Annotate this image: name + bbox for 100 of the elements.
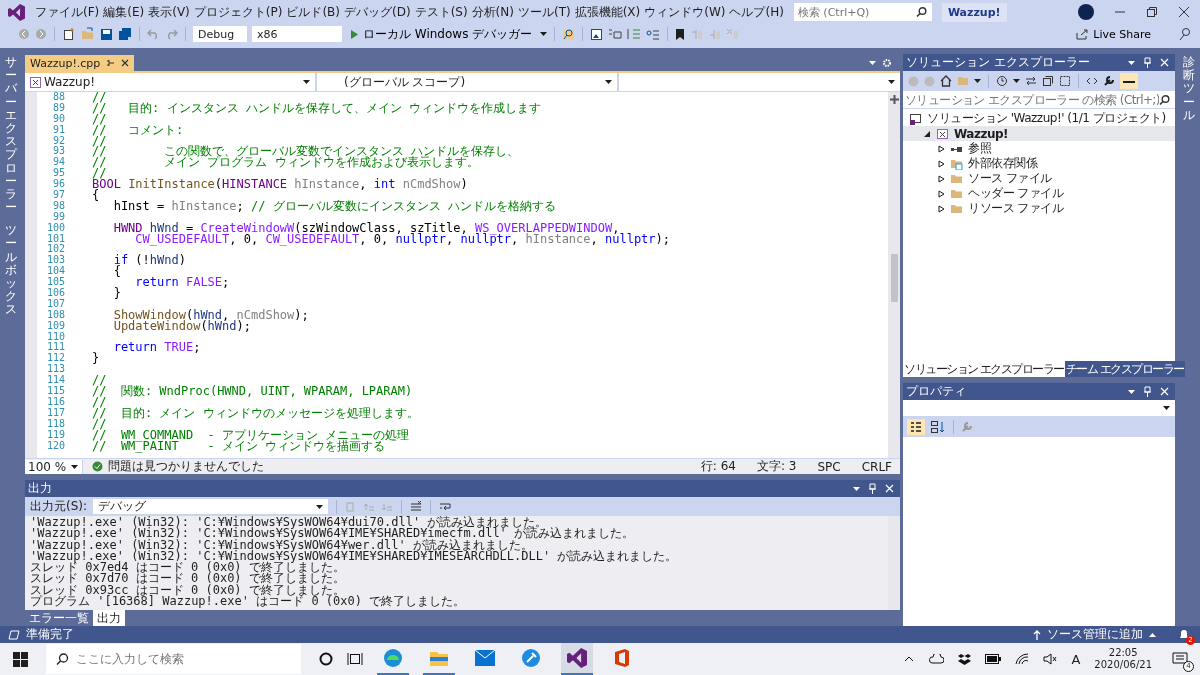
split-icon[interactable] [889, 95, 899, 104]
menu-item[interactable]: プロジェクト(P) [191, 3, 285, 21]
code-icon[interactable] [1086, 75, 1098, 87]
side-panel-tab[interactable]: サーバーエクスプローラー [5, 56, 17, 215]
categorized-icon[interactable] [907, 419, 925, 435]
dropdown-caret-icon[interactable] [1013, 79, 1020, 83]
collapsed-arrow-icon[interactable] [937, 189, 945, 198]
menu-item[interactable]: ウィンドウ(W) [642, 3, 728, 21]
lines-icon[interactable] [646, 27, 661, 41]
task-view-icon[interactable] [347, 652, 363, 666]
panel-tab[interactable]: チーム エクスプローラー [1064, 361, 1185, 377]
tree-item[interactable]: 外部依存関係 [903, 156, 1175, 171]
tree-item[interactable]: ヘッダー ファイル [903, 186, 1175, 201]
dropdown-caret-icon[interactable] [303, 80, 310, 84]
sync-icon[interactable] [1025, 75, 1037, 87]
close-icon[interactable] [121, 59, 130, 67]
output-source-dropdown[interactable]: デバッグ [93, 499, 329, 514]
dropdown-caret-icon[interactable] [1163, 406, 1170, 410]
battery-icon[interactable] [985, 654, 1002, 664]
scope-dropdown[interactable]: (グローバル スコープ) [317, 73, 619, 91]
panel-tab[interactable]: ソリューション エクスプローラー [903, 361, 1065, 377]
tree-item[interactable]: Wazzup! [903, 126, 1175, 141]
clear-all-icon[interactable] [410, 500, 423, 513]
pin-icon[interactable] [106, 58, 116, 68]
scrollbar[interactable] [888, 92, 900, 458]
mail-icon[interactable] [475, 650, 495, 666]
menu-item[interactable]: ツール(T) [515, 3, 573, 21]
dropdown-caret-icon[interactable] [853, 486, 860, 491]
menu-item[interactable]: 編集(E) [101, 3, 147, 21]
circle-icon[interactable] [319, 652, 333, 666]
menu-item[interactable]: ビルド(B) [284, 3, 342, 21]
dropdown-caret-icon[interactable] [605, 80, 612, 84]
feedback-icon[interactable] [1178, 27, 1192, 41]
dropdown-caret-icon[interactable] [540, 32, 548, 36]
collapsed-arrow-icon[interactable] [937, 144, 945, 153]
dropdown-caret-icon[interactable] [1128, 389, 1135, 394]
side-panel-tab[interactable]: 診断ツール [1183, 56, 1195, 122]
bookmark-icon[interactable] [675, 27, 686, 41]
panel-tab[interactable]: 出力 [93, 610, 125, 626]
box-icon[interactable] [958, 653, 972, 665]
preview-icon[interactable] [1120, 73, 1138, 89]
restore-icon[interactable] [1146, 6, 1158, 18]
word-wrap-icon[interactable] [439, 500, 454, 513]
collapse-all-icon[interactable] [1042, 75, 1054, 87]
menu-item[interactable]: ファイル(F) [33, 3, 102, 21]
tree-item[interactable]: ソース ファイル [903, 171, 1175, 186]
picture-icon[interactable] [590, 27, 604, 41]
document-tab[interactable]: Wazzup!.cpp [25, 55, 135, 71]
side-panel-tab[interactable]: ツールボックス [5, 224, 17, 317]
input-method-indicator[interactable]: A [1071, 651, 1081, 667]
save-all-icon[interactable] [118, 27, 132, 41]
office-icon[interactable] [613, 648, 631, 668]
wifi-icon[interactable] [1015, 653, 1030, 665]
speaker-muted-icon[interactable] [1043, 653, 1058, 665]
platform-dropdown[interactable]: x86 [252, 26, 342, 42]
home-icon[interactable] [940, 75, 952, 87]
clock-icon[interactable] [996, 75, 1008, 87]
caret-up-icon[interactable] [1149, 632, 1156, 637]
dropdown-caret-icon[interactable] [888, 80, 895, 84]
start-debugging-button[interactable]: ローカル Windows デバッガー [347, 25, 536, 43]
live-share-button[interactable]: Live Share [1070, 26, 1157, 42]
tree-item[interactable]: リソース ファイル [903, 201, 1175, 216]
menu-item[interactable]: 拡張機能(X) [572, 3, 643, 21]
scrollbar[interactable] [888, 516, 900, 610]
panel-tab[interactable]: エラー一覧 [25, 610, 93, 626]
pin-icon[interactable] [868, 483, 877, 494]
avatar[interactable] [1078, 4, 1094, 20]
project-dropdown[interactable]: Wazzup! [25, 73, 317, 91]
windows-start-icon[interactable] [13, 651, 28, 667]
notification-center-icon[interactable] [1172, 652, 1188, 666]
source-control-button[interactable]: ソース管理に追加 [1047, 626, 1143, 643]
search-field[interactable]: 検索 (Ctrl+Q) [793, 3, 932, 21]
chevron-up-icon[interactable] [904, 655, 915, 663]
cloud-icon[interactable] [928, 654, 945, 664]
collapsed-arrow-icon[interactable] [937, 174, 945, 183]
menu-item[interactable]: テスト(S) [412, 3, 470, 21]
tree-item[interactable]: 参照 [903, 141, 1175, 156]
menu-item[interactable]: 分析(N) [469, 3, 516, 21]
zoom-dropdown[interactable]: 100 % [25, 459, 83, 474]
expanded-arrow-icon[interactable] [923, 129, 931, 138]
show-all-files-icon[interactable] [1059, 75, 1071, 87]
close-icon[interactable] [1178, 6, 1190, 18]
settings-icon[interactable] [882, 57, 892, 68]
menu-item[interactable]: デバッグ(D) [342, 3, 413, 21]
bell-icon[interactable] [1178, 628, 1190, 641]
pin-icon[interactable] [1143, 386, 1152, 397]
dropdown-caret-icon[interactable] [974, 79, 981, 83]
dropdown-caret-icon[interactable] [71, 464, 78, 469]
new-item-icon[interactable] [62, 27, 76, 41]
save-icon[interactable] [100, 27, 113, 41]
find-icon[interactable] [562, 27, 576, 41]
taskbar-search-field[interactable]: ここに入力して検索 [46, 644, 301, 674]
app-logo-icon[interactable] [567, 648, 587, 668]
up-arrow-icon[interactable] [1033, 629, 1041, 640]
menu-item[interactable]: 表示(V) [146, 3, 192, 21]
tree-item[interactable]: ソリューション 'Wazzup!' (1/1 プロジェクト) [903, 111, 1175, 126]
sort-icon[interactable] [930, 420, 946, 434]
scrollbar-thumb[interactable] [890, 254, 898, 302]
configuration-dropdown[interactable]: Debug [193, 26, 247, 42]
collapsed-arrow-icon[interactable] [937, 204, 945, 213]
